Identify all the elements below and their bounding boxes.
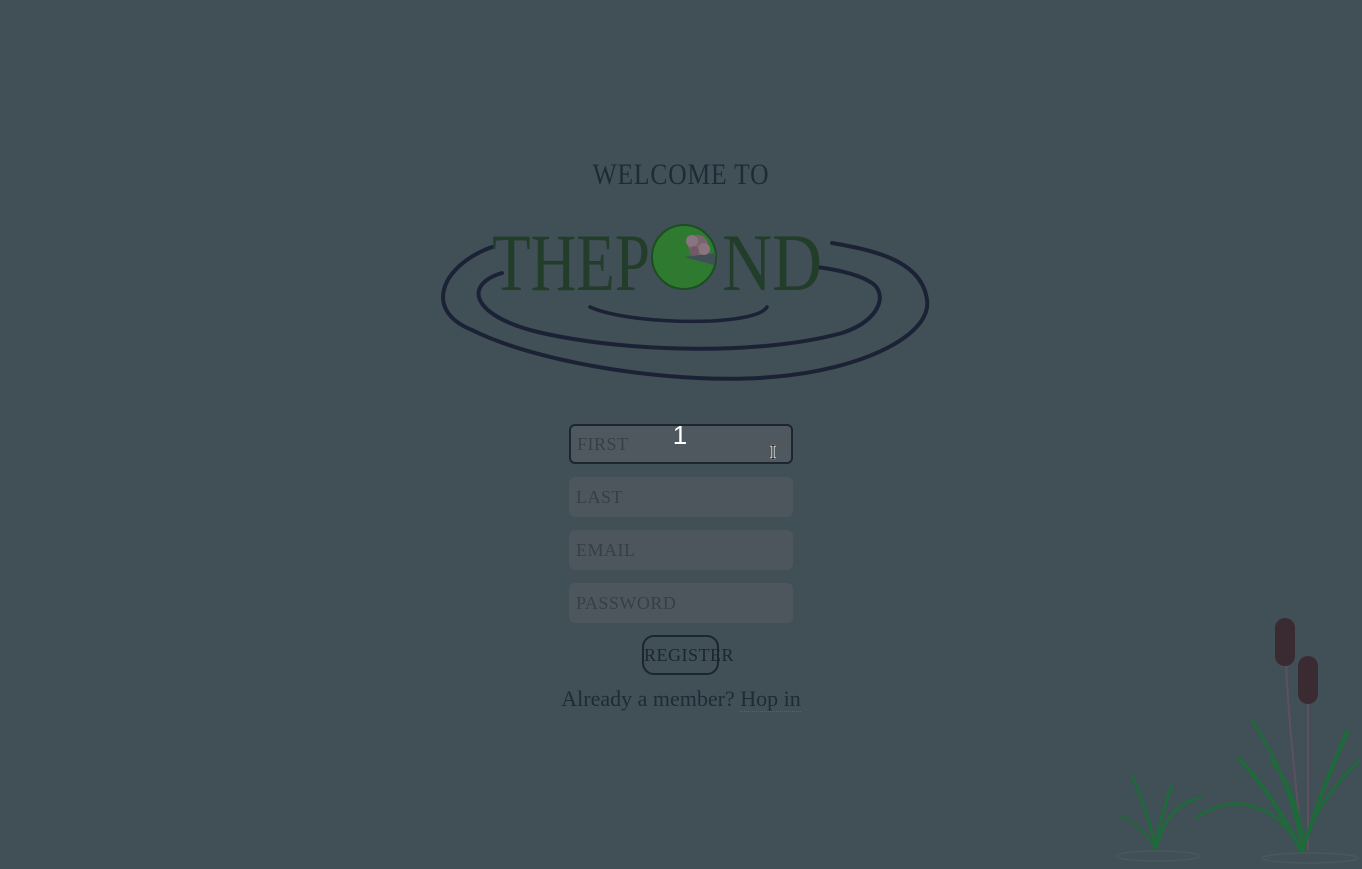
logo-text-left: THEP <box>492 217 650 308</box>
password-input[interactable] <box>569 583 793 623</box>
the-pond-logo: THEP ND <box>432 205 932 390</box>
step-count-label: 1 <box>672 420 688 450</box>
text-cursor-icon <box>767 443 779 461</box>
welcome-heading: WELCOME TO <box>592 158 770 191</box>
hop-in-link[interactable]: Hop in <box>740 686 801 712</box>
member-prompt-text: Already a member? <box>561 686 735 711</box>
cattail-reeds-icon <box>1110 610 1362 869</box>
register-form <box>569 424 793 636</box>
pond-logo-graphic: THEP ND <box>441 217 930 381</box>
register-page: WELCOME TO THEP ND 1 <box>0 0 1362 869</box>
email-input[interactable] <box>569 530 793 570</box>
logo-text-right: ND <box>722 217 822 308</box>
register-button[interactable]: REGISTER <box>642 635 734 675</box>
last-name-input[interactable] <box>569 477 793 517</box>
lily-pad-icon <box>651 224 717 290</box>
